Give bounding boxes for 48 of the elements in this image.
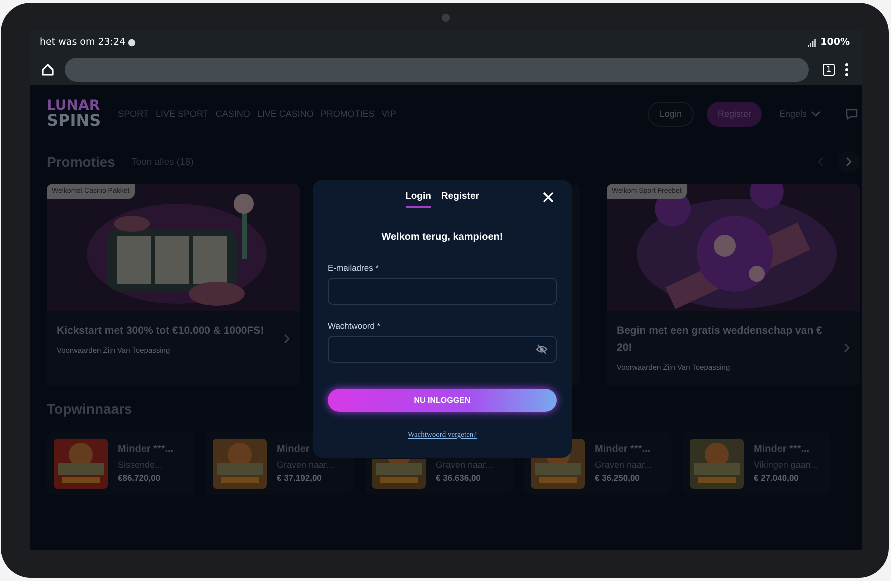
win-amount: € 27.040,00 [754,473,800,483]
winner-name: Minder ***... [754,444,811,457]
eye-off-icon[interactable] [536,344,548,355]
login-button[interactable]: NU INLOGGEN [328,389,557,412]
chevron-left-icon [818,157,824,167]
section-title: Promoties [47,154,116,170]
chevron-right-icon [846,157,852,167]
field-label: E-mailadres * [328,263,380,273]
camera-icon [442,14,450,22]
site-logo[interactable]: LUNAR SPINS [47,100,102,128]
nav-link[interactable]: LIVE CASINO [257,109,314,119]
next-button[interactable] [838,151,860,173]
close-icon[interactable] [543,192,554,203]
notification-icon [128,38,136,46]
win-amount: € 36.636,00 [436,473,482,483]
dialog-tab[interactable]: Login [406,190,432,208]
language-select[interactable]: Engels [773,108,827,120]
win-amount: € 36.250,00 [595,473,641,483]
win-amount: €86.720,00 [118,473,162,483]
chevron-down-icon [811,111,821,117]
login-button[interactable]: Login [648,102,694,126]
promo-title: Kickstart met 300% tot €10.000 & 1000FS! [57,324,266,339]
signal-icon [808,38,816,46]
chat-icon[interactable] [846,108,858,120]
menu-icon[interactable] [845,63,849,77]
status-text: het was om 23:24 [40,37,126,48]
battery-text: 100% [820,37,850,48]
section-title: Topwinnaars [47,401,132,417]
winner-name: Minder ***... [595,444,652,457]
winner-name: Minder [277,444,311,457]
nav-link[interactable]: VIP [382,109,396,119]
tab-count-button[interactable]: 1 [823,64,835,76]
promo-title: Begin met een gratis weddenschap van € 20! [617,324,824,356]
chevron-right-icon [284,334,290,344]
dialog-tab[interactable]: Register [441,190,480,208]
win-amount: € 37.192,00 [277,473,323,483]
address-field[interactable] [65,58,809,82]
dialog-heading: Welkom terug, kampioen! [380,232,504,243]
field-label: Wachtwoord * [328,321,382,331]
nav-link[interactable]: LIVE SPORT [156,109,209,119]
password-field[interactable] [328,336,557,363]
home-icon[interactable] [41,63,55,77]
nav-link[interactable]: CASINO [216,109,250,119]
chevron-right-icon [844,342,850,352]
email-field[interactable] [328,278,557,305]
winner-name: Minder ***... [118,444,174,457]
nav-link[interactable]: PROMOTIES [320,109,375,119]
nav-link[interactable]: SPORT [118,109,149,119]
